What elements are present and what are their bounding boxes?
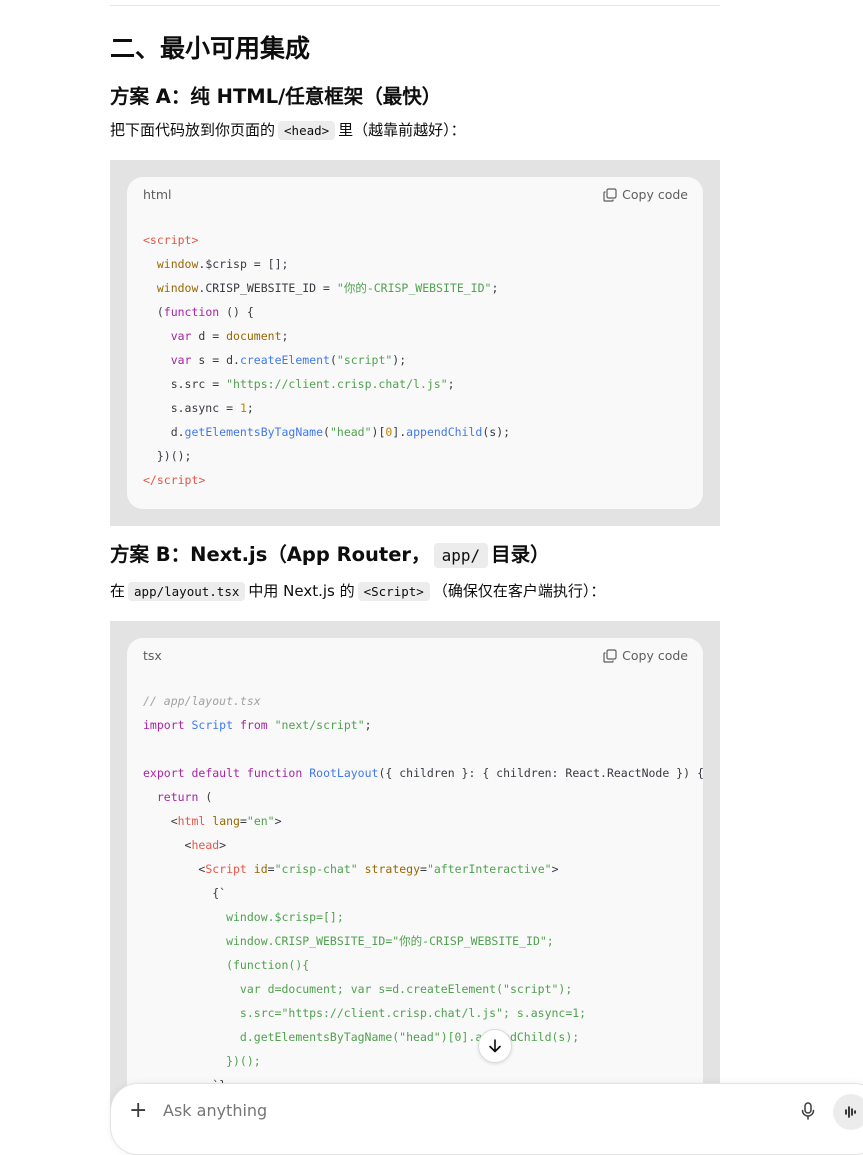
copy-code-button[interactable]: Copy code [603, 187, 688, 202]
chat-composer: + [110, 1083, 863, 1155]
code-block-html: html Copy code <script> window.$crisp = … [110, 160, 720, 526]
code-content: // app/layout.tsx import Script from "ne… [143, 694, 703, 1092]
plan-a-description: 把下面代码放到你页面的 <head> 里（越靠前越好）： [110, 118, 466, 143]
plan-a-desc-text-2: 里（越靠前越好）： [338, 121, 466, 139]
arrow-down-icon [489, 1039, 501, 1053]
divider [110, 5, 720, 6]
inline-code-script: <Script> [357, 582, 430, 601]
copy-code-label: Copy code [622, 187, 688, 202]
waveform-icon [845, 1106, 856, 1118]
code-block-inner: tsx Copy code // app/layout.tsx import S… [127, 638, 703, 1121]
code-block-tsx: tsx Copy code // app/layout.tsx import S… [110, 621, 720, 1121]
code-language-label: html [143, 187, 172, 202]
section-heading: 二、最小可用集成 [110, 34, 311, 63]
plan-b-desc-3: （确保仅在客户端执行）： [432, 582, 606, 600]
plan-b-desc-2: 中用 Next.js 的 [248, 582, 355, 600]
inline-code-head: <head> [278, 121, 336, 140]
microphone-icon[interactable] [801, 1102, 815, 1124]
scroll-to-bottom-button[interactable] [478, 1029, 512, 1063]
copy-icon [603, 187, 617, 202]
ask-input[interactable] [163, 1100, 663, 1122]
voice-mode-button[interactable] [833, 1094, 863, 1130]
plan-b-heading: 方案 B：Next.js（App Router， app/目录） [110, 541, 550, 570]
copy-code-button[interactable]: Copy code [603, 648, 688, 663]
code-content: <script> window.$crisp = []; window.CRIS… [143, 233, 511, 487]
inline-code-layout: app/layout.tsx [128, 582, 246, 601]
plus-icon[interactable]: + [129, 1100, 147, 1122]
copy-code-label: Copy code [622, 648, 688, 663]
copy-icon [603, 648, 617, 663]
inline-code-app: app/ [433, 543, 489, 568]
plan-a-heading: 方案 A：纯 HTML/任意框架（最快） [110, 85, 442, 108]
plan-b-title-2: 目录） [491, 543, 550, 566]
plan-b-title-1: 方案 B：Next.js（App Router， [110, 543, 431, 566]
code-language-label: tsx [143, 648, 162, 663]
code-block-inner: html Copy code <script> window.$crisp = … [127, 177, 703, 509]
plan-a-desc-text-1: 把下面代码放到你页面的 [110, 121, 276, 139]
plan-b-description: 在 app/layout.tsx 中用 Next.js 的 <Script> （确保仅在… [110, 579, 605, 604]
plan-b-desc-1: 在 [110, 582, 126, 600]
